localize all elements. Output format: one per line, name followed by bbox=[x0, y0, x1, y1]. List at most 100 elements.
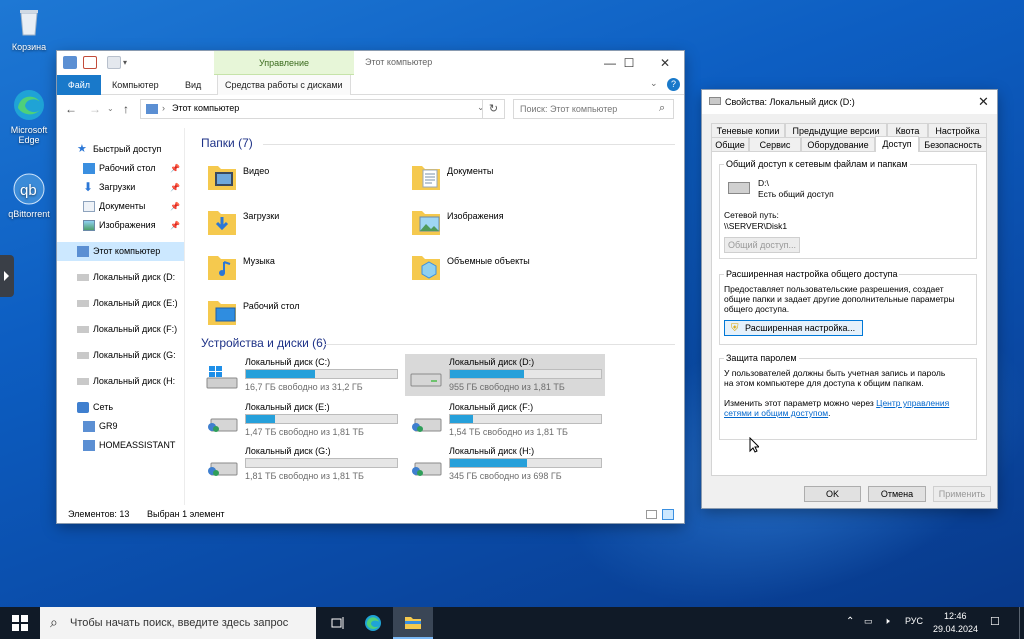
drive-icon bbox=[410, 373, 442, 387]
tab-tools[interactable]: Сервис bbox=[749, 137, 801, 151]
new-folder-icon[interactable] bbox=[107, 56, 121, 69]
taskbar-search-box[interactable]: ⌕ Чтобы начать поиск, введите здесь запр… bbox=[40, 607, 316, 639]
nav-network-gr9[interactable]: GR9 bbox=[57, 417, 184, 436]
folder-desktop[interactable]: Рабочий стол bbox=[205, 293, 395, 333]
forward-button[interactable]: → bbox=[89, 102, 101, 116]
nav-network-homeassistant[interactable]: HOMEASSISTANT bbox=[57, 436, 184, 455]
taskbar-edge[interactable] bbox=[353, 607, 393, 639]
close-icon[interactable]: ✕ bbox=[978, 94, 989, 110]
address-bar[interactable]: › Этот компьютер ⌄ bbox=[140, 99, 505, 119]
folder-label: Изображения bbox=[447, 211, 504, 221]
language-indicator[interactable]: РУС bbox=[905, 616, 923, 626]
properties-icon[interactable] bbox=[83, 56, 97, 69]
folder-pictures[interactable]: Изображения bbox=[409, 203, 599, 243]
folder-downloads[interactable]: Загрузки bbox=[205, 203, 395, 243]
cancel-button[interactable]: Отмена bbox=[868, 486, 926, 502]
tab-sharing[interactable]: Доступ bbox=[875, 136, 919, 152]
nav-drive-d[interactable]: Локальный диск (D: bbox=[57, 268, 184, 287]
network-center-link[interactable]: Центр управления bbox=[876, 398, 949, 408]
nav-drive-g[interactable]: Локальный диск (G: bbox=[57, 346, 184, 365]
password-description-line: У пользователей должны быть учетная запи… bbox=[724, 368, 946, 378]
drive-f[interactable]: Локальный диск (F:) 1,54 ТБ свободно из … bbox=[405, 399, 605, 441]
refresh-button[interactable]: ↻ bbox=[482, 99, 505, 119]
tab-security[interactable]: Безопасность bbox=[919, 137, 987, 151]
drive-c[interactable]: Локальный диск (C:) 16,7 ГБ свободно из … bbox=[201, 354, 401, 396]
explorer-titlebar: ▾ Управление Этот компьютер — ☐ ✕ bbox=[57, 51, 684, 75]
clock-date[interactable]: 29.04.2024 bbox=[933, 624, 978, 634]
nav-this-pc[interactable]: Этот компьютер bbox=[57, 242, 184, 261]
task-view-button[interactable] bbox=[318, 607, 358, 639]
tab-customize[interactable]: Настройка bbox=[928, 123, 987, 137]
advanced-sharing-button[interactable]: ⛨ Расширенная настройка... bbox=[724, 320, 863, 336]
tab-drive-tools[interactable]: Средства работы с дисками bbox=[217, 75, 351, 95]
drive-d[interactable]: Локальный диск (D:) 955 ГБ свободно из 1… bbox=[405, 354, 605, 396]
volume-icon[interactable]: 🕨 bbox=[884, 616, 890, 627]
drive-properties-dialog: Свойства: Локальный диск (D:) ✕ Теневые … bbox=[702, 90, 997, 508]
close-button[interactable]: ✕ bbox=[653, 54, 677, 72]
drive-g[interactable]: Локальный диск (G:) 1,81 ТБ свободно из … bbox=[201, 443, 401, 485]
advanced-sharing-label: Расширенная настройка... bbox=[745, 323, 856, 333]
pin-icon: 📌 bbox=[170, 202, 180, 211]
tray-overflow-icon[interactable]: ⌃ bbox=[846, 616, 854, 627]
quick-access-dropdown-icon[interactable]: ▾ bbox=[123, 56, 131, 69]
tab-general[interactable]: Общие bbox=[711, 137, 749, 151]
drives-group-header[interactable]: Устройства и диски (6) bbox=[201, 336, 327, 350]
ribbon-expand-icon[interactable]: ⌄ bbox=[650, 78, 658, 89]
nav-quick-access[interactable]: ★ Быстрый доступ bbox=[57, 140, 184, 159]
search-input[interactable]: Поиск: Этот компьютер ⌕ bbox=[513, 99, 674, 119]
tab-view[interactable]: Вид bbox=[178, 75, 208, 95]
details-view-icon[interactable] bbox=[646, 510, 657, 519]
nav-network[interactable]: Сеть bbox=[57, 398, 184, 417]
folder-music[interactable]: Музыка bbox=[205, 248, 395, 288]
network-icon[interactable]: ▭ bbox=[864, 616, 873, 627]
desktop-icon-edge[interactable]: Microsoft Edge bbox=[0, 88, 58, 145]
apply-button[interactable]: Применить bbox=[933, 486, 991, 502]
explorer-window: ▾ Управление Этот компьютер — ☐ ✕ Файл К… bbox=[57, 51, 684, 523]
network-center-link[interactable]: сетями и общим доступом bbox=[724, 408, 828, 418]
drive-h[interactable]: Локальный диск (H:) 345 ГБ свободно из 6… bbox=[405, 443, 605, 485]
computer-icon bbox=[83, 440, 95, 451]
start-button[interactable] bbox=[0, 607, 40, 639]
tiles-view-icon[interactable] bbox=[662, 509, 674, 520]
folder-videos[interactable]: Видео bbox=[205, 158, 395, 198]
nav-drive-f[interactable]: Локальный диск (F:) bbox=[57, 320, 184, 339]
network-sharing-group: Общий доступ к сетевым файлам и папкам D… bbox=[719, 159, 977, 259]
nav-drive-h[interactable]: Локальный диск (H: bbox=[57, 372, 184, 391]
desktop-icon-qbittorrent[interactable]: qb qBittorrent bbox=[0, 172, 58, 219]
folder-label: Документы bbox=[447, 166, 494, 176]
drive-usage-bar bbox=[245, 458, 398, 468]
tab-quota[interactable]: Квота bbox=[887, 123, 928, 137]
nav-drive-e[interactable]: Локальный диск (E:) bbox=[57, 294, 184, 313]
nav-item-downloads[interactable]: ⬇ Загрузки 📌 bbox=[57, 178, 184, 197]
clock-time[interactable]: 12:46 bbox=[944, 611, 967, 621]
ok-button[interactable]: OK bbox=[804, 486, 861, 502]
pin-icon: 📌 bbox=[170, 221, 180, 230]
maximize-button[interactable]: ☐ bbox=[617, 54, 641, 72]
taskbar-file-explorer[interactable] bbox=[393, 607, 433, 639]
tab-previous-versions[interactable]: Предыдущие версии bbox=[785, 123, 887, 137]
pin-icon: 📌 bbox=[170, 164, 180, 173]
side-panel-tab[interactable] bbox=[0, 255, 14, 297]
show-desktop-button[interactable] bbox=[1019, 607, 1024, 639]
nav-item-documents[interactable]: Документы 📌 bbox=[57, 197, 184, 216]
folder-3d-objects[interactable]: Объемные объекты bbox=[409, 248, 599, 288]
folder-documents[interactable]: Документы bbox=[409, 158, 599, 198]
videos-folder-icon bbox=[208, 166, 236, 190]
tab-file[interactable]: Файл bbox=[57, 75, 101, 95]
tab-computer[interactable]: Компьютер bbox=[105, 75, 166, 95]
context-tab-manage[interactable]: Управление bbox=[214, 51, 354, 75]
folders-group-header[interactable]: Папки (7) bbox=[201, 136, 253, 150]
back-button[interactable]: ← bbox=[65, 102, 77, 116]
desktop-icon-recycle-bin[interactable]: Корзина bbox=[0, 5, 58, 52]
recent-locations-icon[interactable]: ⌄ bbox=[107, 104, 114, 113]
help-icon[interactable]: ? bbox=[667, 78, 680, 91]
share-button[interactable]: Общий доступ... bbox=[724, 237, 800, 253]
up-button[interactable]: ↑ bbox=[123, 102, 129, 116]
tab-hardware[interactable]: Оборудование bbox=[801, 137, 875, 151]
tab-shadow-copies[interactable]: Теневые копии bbox=[711, 123, 785, 137]
notifications-icon[interactable]: ☐ bbox=[990, 615, 1000, 628]
nav-item-desktop[interactable]: Рабочий стол 📌 bbox=[57, 159, 184, 178]
drive-e[interactable]: Локальный диск (E:) 1,47 ТБ свободно из … bbox=[201, 399, 401, 441]
nav-item-pictures[interactable]: Изображения 📌 bbox=[57, 216, 184, 235]
drive-name: Локальный диск (F:) bbox=[449, 402, 534, 412]
